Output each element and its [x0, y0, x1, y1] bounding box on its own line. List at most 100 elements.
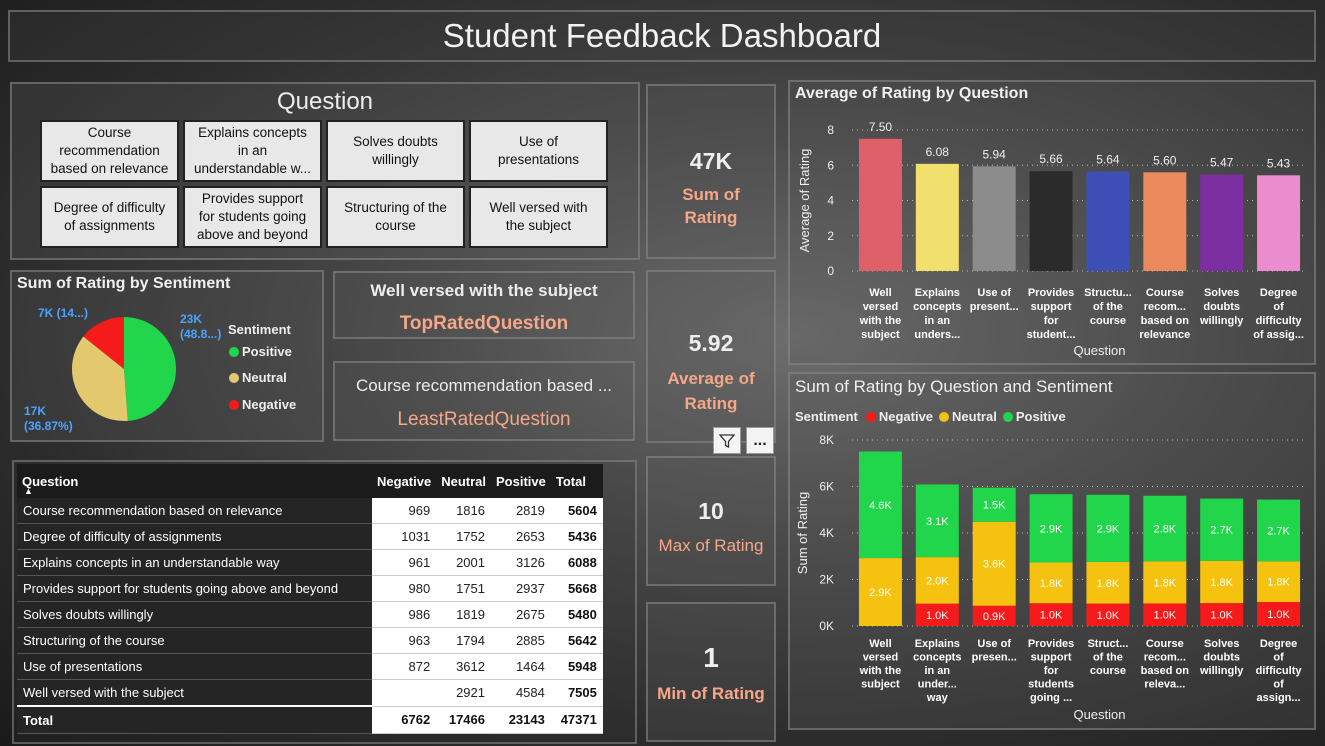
- bar[interactable]: [915, 163, 959, 271]
- x-tick-label: assign...: [1257, 692, 1301, 704]
- slicer-item[interactable]: Well versed with the subject: [469, 186, 608, 248]
- x-tick-label: based on: [1141, 665, 1190, 677]
- bar[interactable]: [1200, 174, 1244, 271]
- negative-dot-icon: [229, 399, 239, 410]
- least-rated-card: Course recommendation based ... LeastRat…: [333, 361, 635, 441]
- col-header-total[interactable]: Total: [550, 464, 603, 498]
- table-row[interactable]: Well versed with the subject 2921 4584 7505: [17, 679, 603, 707]
- legend-neutral[interactable]: Neutral: [229, 370, 287, 385]
- data-label: 1.8K: [1097, 578, 1120, 590]
- y-tick-label: 8: [827, 123, 834, 137]
- y-tick-label: 2K: [819, 573, 834, 587]
- x-tick-label: in an: [924, 315, 950, 327]
- x-tick-label: in an: [924, 665, 950, 677]
- x-tick-label: present...: [970, 301, 1019, 313]
- data-label: 2.9K: [1040, 523, 1063, 535]
- more-options-button[interactable]: ...: [746, 427, 774, 454]
- sentiment-pie-chart[interactable]: [69, 314, 179, 424]
- filter-button[interactable]: [713, 427, 741, 454]
- slicer-item[interactable]: Course recommendation based on relevance: [40, 120, 179, 182]
- x-tick-label: difficulty: [1256, 315, 1303, 327]
- sum-rating-label-2: Rating: [684, 208, 738, 227]
- x-tick-label: subject: [861, 679, 900, 691]
- table-row[interactable]: Explains concepts in an understandable w…: [17, 549, 603, 576]
- x-tick-label: Well: [869, 287, 891, 299]
- x-tick-label: Use of: [977, 287, 1011, 299]
- y-tick-label: 4: [827, 194, 834, 208]
- x-tick-label: Struct...: [1087, 638, 1128, 650]
- min-rating-value: 1: [703, 642, 719, 673]
- col-header-question[interactable]: Question ▲: [17, 464, 372, 498]
- x-axis-label: Question: [1073, 343, 1125, 358]
- x-tick-label: Well: [869, 638, 891, 650]
- col-header-neutral[interactable]: Neutral: [436, 464, 491, 498]
- x-tick-label: Provides: [1028, 638, 1074, 650]
- x-tick-label: recom...: [1144, 652, 1186, 664]
- data-label: 2.8K: [1153, 523, 1176, 535]
- x-tick-label: Solves: [1204, 638, 1239, 650]
- pie-slice-positive[interactable]: [124, 317, 177, 421]
- x-tick-label: Degree: [1260, 638, 1297, 650]
- sentiment-stacked-bar-chart[interactable]: 0K 2K 4K 6K 8K Sum of Rating 2.9K 4.6K Well verse…: [790, 374, 1314, 728]
- slicer-item[interactable]: Degree of difficulty of assignments: [40, 186, 179, 248]
- x-tick-label: way: [926, 692, 949, 704]
- sort-asc-icon: ▲: [24, 486, 33, 496]
- legend-negative[interactable]: Negative: [229, 397, 296, 412]
- y-tick-label: 6: [827, 158, 834, 172]
- y-tick-label: 4K: [819, 526, 834, 540]
- table-row[interactable]: Solves doubts willingly 986 1819 2675 5480: [17, 601, 603, 628]
- data-label: 1.0K: [1267, 609, 1290, 621]
- data-label: 2.9K: [869, 587, 892, 599]
- data-label: 0.9K: [983, 611, 1006, 623]
- table-row[interactable]: Course recommendation based on relevance…: [17, 498, 603, 524]
- legend-positive[interactable]: Positive: [229, 344, 292, 359]
- bar[interactable]: [972, 166, 1016, 271]
- col-header-positive[interactable]: Positive: [491, 464, 551, 498]
- slicer-item[interactable]: Structuring of the course: [326, 186, 465, 248]
- slicer-item[interactable]: Provides support for students going abov…: [183, 186, 322, 248]
- data-label: 1.8K: [1153, 577, 1176, 589]
- data-label: 5.60: [1153, 153, 1177, 167]
- slicer-item[interactable]: Use of presentations: [469, 120, 608, 182]
- table-row[interactable]: Degree of difficulty of assignments 1031 1…: [17, 523, 603, 550]
- x-tick-label: of the: [1093, 652, 1123, 664]
- slicer-item[interactable]: Explains concepts in an understandable w…: [183, 120, 322, 182]
- x-tick-label: versed: [863, 301, 898, 313]
- x-tick-label: going ...: [1030, 692, 1072, 704]
- col-header-negative[interactable]: Negative: [372, 464, 437, 498]
- data-label: 2.0K: [926, 575, 949, 587]
- bar[interactable]: [858, 138, 902, 271]
- table-row[interactable]: Provides support for students going abov…: [17, 575, 603, 602]
- bar[interactable]: [1143, 172, 1187, 271]
- x-tick-label: Use of: [977, 638, 1011, 650]
- y-tick-label: 2: [827, 229, 834, 243]
- data-label: 4.6K: [869, 500, 892, 512]
- x-tick-label: for: [1044, 665, 1059, 677]
- x-tick-label: student...: [1027, 329, 1076, 341]
- avg-rating-bar-chart[interactable]: 0 2 4 6 8 Average of Rating 7.50 Well versed with…: [790, 82, 1314, 363]
- sum-rating-value: 47K: [689, 148, 733, 174]
- y-axis-label: Sum of Rating: [795, 492, 810, 574]
- top-rated-card: Well versed with the subject TopRatedQue…: [333, 271, 635, 339]
- slicer-title: Question: [276, 88, 374, 115]
- dashboard-title-bar: Student Feedback Dashboard: [8, 10, 1316, 62]
- x-tick-label: of: [1273, 679, 1284, 691]
- data-label: 1.8K: [1210, 577, 1233, 589]
- pie-label-neutral: 17K (36.87%): [24, 404, 73, 433]
- bar[interactable]: [1257, 175, 1301, 271]
- x-tick-label: concepts: [913, 652, 961, 664]
- data-label: 1.0K: [1153, 610, 1176, 622]
- filter-icon: [719, 433, 735, 448]
- data-label: 1.5K: [983, 500, 1006, 512]
- table-row[interactable]: Use of presentations 872 3612 1464 5948: [17, 653, 603, 680]
- slicer-item[interactable]: Solves doubts willingly: [326, 120, 465, 182]
- x-tick-label: subject: [861, 329, 900, 341]
- table-row[interactable]: Structuring of the course 963 1794 2885 5642: [17, 627, 603, 654]
- bar[interactable]: [1086, 171, 1130, 271]
- data-label: 3.6K: [983, 559, 1006, 571]
- x-tick-label: difficulty: [1256, 665, 1303, 677]
- bar[interactable]: [1029, 171, 1073, 271]
- sentiment-stacked-chart-panel: Sum of Rating by Question and Sentiment …: [788, 372, 1316, 730]
- top-rated-value: Well versed with the subject: [370, 281, 598, 300]
- least-rated-value: Course recommendation based ...: [355, 376, 613, 395]
